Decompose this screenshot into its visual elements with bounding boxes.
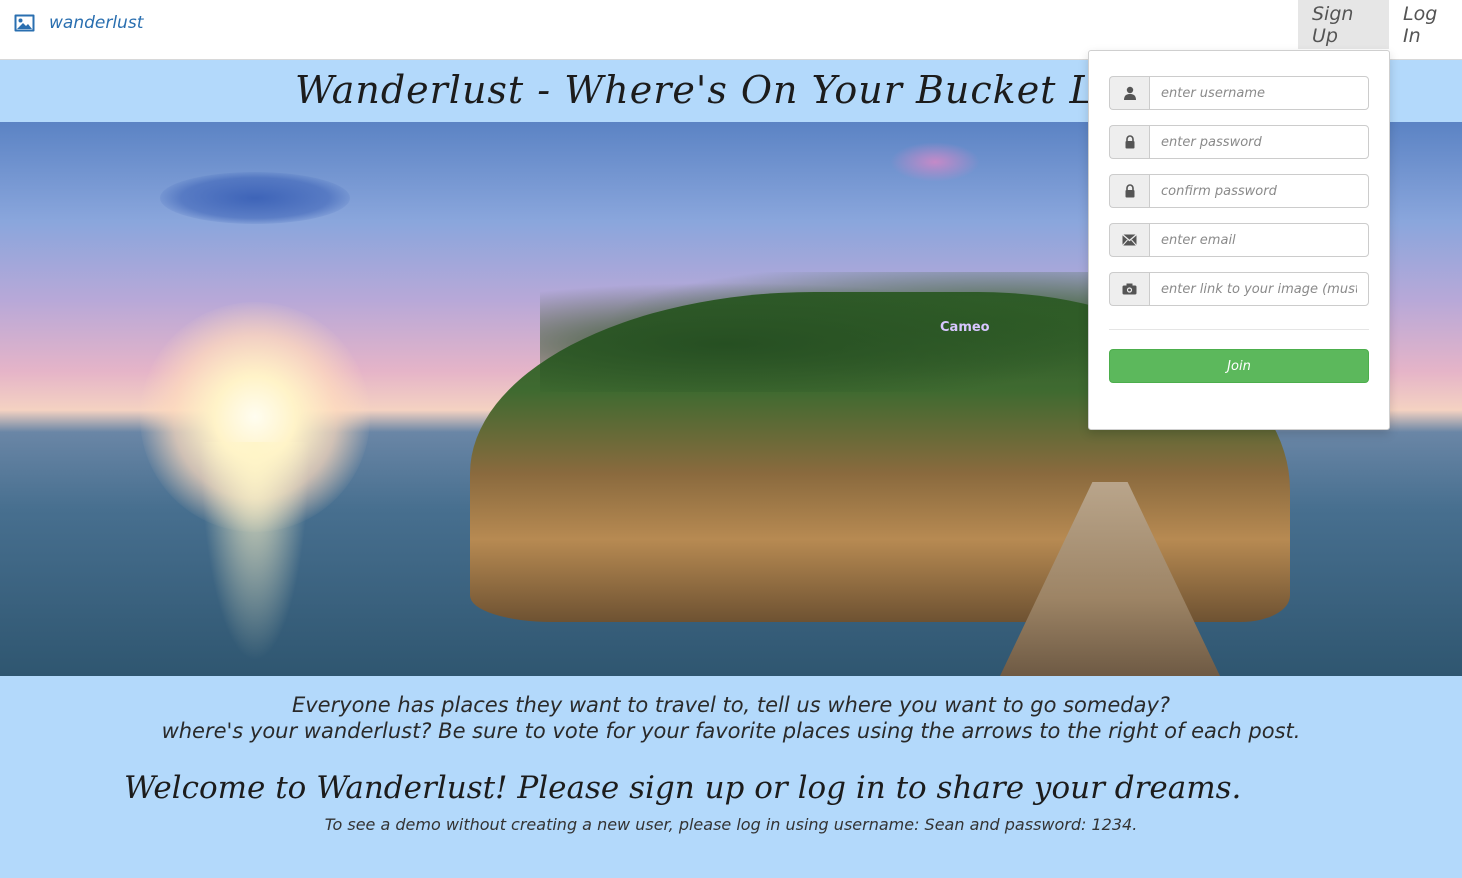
signup-dropdown: Join [1088, 50, 1390, 430]
intro-line-1: Everyone has places they want to travel … [291, 693, 1171, 717]
intro-line-2: where's your wanderlust? Be sure to vote… [161, 719, 1301, 743]
user-icon [1109, 76, 1149, 110]
envelope-icon [1109, 223, 1149, 257]
signup-nav-link[interactable]: Sign Up [1298, 0, 1389, 49]
confirm-password-input[interactable] [1149, 174, 1369, 208]
cloud [160, 172, 350, 224]
picture-icon [14, 14, 35, 32]
island-sign: Cameo [940, 320, 990, 335]
nav-menu: Sign Up Log In [1298, 0, 1462, 49]
username-input[interactable] [1149, 76, 1369, 110]
image-link-input[interactable] [1149, 272, 1369, 306]
cloud [890, 142, 980, 182]
welcome-heading: Welcome to Wanderlust! Please sign up or… [124, 770, 1242, 806]
intro-text: Everyone has places they want to travel … [0, 692, 1462, 744]
password-field [1109, 125, 1369, 159]
join-button[interactable]: Join [1109, 349, 1369, 383]
login-nav-link[interactable]: Log In [1389, 0, 1462, 49]
lock-icon [1109, 174, 1149, 208]
email-field [1109, 223, 1369, 257]
confirm-password-field [1109, 174, 1369, 208]
username-field [1109, 76, 1369, 110]
brand-link[interactable]: wanderlust [14, 10, 143, 36]
sun-reflection [200, 442, 310, 662]
brand-label: wanderlust [49, 13, 144, 33]
email-input[interactable] [1149, 223, 1369, 257]
camera-icon [1109, 272, 1149, 306]
demo-note: To see a demo without creating a new use… [324, 815, 1138, 834]
island-trees [540, 272, 1160, 392]
password-input[interactable] [1149, 125, 1369, 159]
lock-icon [1109, 125, 1149, 159]
image-link-field [1109, 272, 1369, 306]
divider [1109, 329, 1369, 330]
